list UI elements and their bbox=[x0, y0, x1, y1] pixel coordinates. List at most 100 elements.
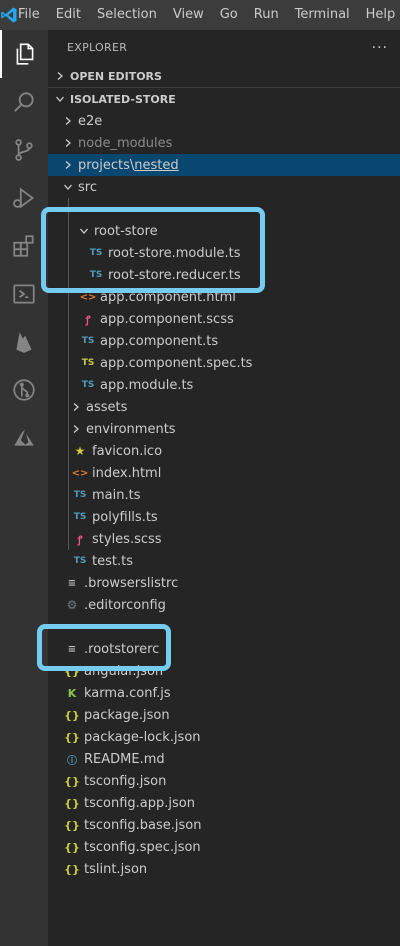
tree-file[interactable]: TS test.ts bbox=[48, 550, 400, 572]
menu-go[interactable]: Go bbox=[212, 0, 246, 30]
tree-file[interactable]: TS app.module.ts bbox=[48, 374, 400, 396]
json-file-icon: {} bbox=[64, 708, 80, 722]
json-file-icon: {} bbox=[64, 840, 80, 854]
ts-file-icon: TS bbox=[81, 380, 95, 390]
menu-run[interactable]: Run bbox=[246, 0, 287, 30]
run-debug-icon[interactable] bbox=[0, 174, 48, 222]
azure-icon[interactable] bbox=[0, 414, 48, 462]
tree-file[interactable]: {} tsconfig.json bbox=[48, 770, 400, 792]
tree-item-label: package.json bbox=[84, 707, 170, 723]
more-actions-icon[interactable]: ··· bbox=[372, 40, 388, 56]
tree-file[interactable]: {} package.json bbox=[48, 704, 400, 726]
tree-item-label: tsconfig.json bbox=[84, 773, 167, 789]
menu-terminal[interactable]: Terminal bbox=[287, 0, 358, 30]
tree-item-label: polyfills.ts bbox=[92, 509, 158, 525]
json-file-icon: {} bbox=[64, 664, 80, 678]
tree-item-sublabel[interactable]: nested bbox=[134, 158, 178, 173]
vscode-logo-icon bbox=[0, 0, 18, 30]
info-file-icon: ⓘ bbox=[67, 755, 77, 767]
chevron-down-icon bbox=[60, 176, 76, 198]
tree-folder[interactable]: e2e bbox=[48, 110, 400, 132]
tree-item-label: README.md bbox=[84, 751, 165, 767]
tree-file[interactable]: Kkarma.conf.js bbox=[48, 682, 400, 704]
tree-item-label: app.module.ts bbox=[100, 377, 194, 393]
tree-file[interactable]: ꝭ app.component.scss bbox=[48, 308, 400, 330]
menu-edit[interactable]: Edit bbox=[48, 0, 89, 30]
lines-file-icon: ≡ bbox=[67, 643, 77, 655]
html-file-icon: <> bbox=[71, 467, 89, 479]
chevron-right-icon bbox=[60, 132, 76, 154]
tree-file[interactable]: TS root-store.reducer.ts bbox=[48, 264, 400, 286]
tree-item-label: .editorconfig bbox=[84, 597, 166, 613]
workspace-label: ISOLATED-STORE bbox=[70, 92, 176, 106]
tree-folder[interactable]: node_modules bbox=[48, 132, 400, 154]
tree-item-label: node_modules bbox=[78, 135, 173, 151]
chevron-right-icon bbox=[60, 154, 76, 176]
tree-item-label: test.ts bbox=[92, 553, 133, 569]
tree-file[interactable]: ⚙ .editorconfig bbox=[48, 594, 400, 616]
menu-selection[interactable]: Selection bbox=[89, 0, 165, 30]
tree-file[interactable]: TS polyfills.ts bbox=[48, 506, 400, 528]
tree-folder[interactable]: projects \ nested bbox=[48, 154, 400, 176]
tree-item-label: app.component.scss bbox=[100, 311, 234, 327]
tree-file[interactable]: {} tslint.json bbox=[48, 858, 400, 880]
json-file-icon: {} bbox=[64, 774, 80, 788]
search-icon[interactable] bbox=[0, 78, 48, 126]
tree-file[interactable]: ⓘ README.md bbox=[48, 748, 400, 770]
gear-file-icon: ⚙ bbox=[66, 598, 78, 612]
menu-view[interactable]: View bbox=[165, 0, 212, 30]
tree-file[interactable]: <> app.component.html bbox=[48, 286, 400, 308]
git-graph-icon[interactable] bbox=[0, 366, 48, 414]
scss-file-icon: ꝭ bbox=[85, 315, 91, 326]
tree-file[interactable]: {} package-lock.json bbox=[48, 726, 400, 748]
html-file-icon: <> bbox=[79, 291, 97, 303]
open-editors-section[interactable]: OPEN EDITORS bbox=[48, 65, 400, 87]
json-file-icon: {} bbox=[64, 818, 80, 832]
workspace-section[interactable]: ISOLATED-STORE bbox=[48, 88, 400, 110]
tree-item-label: package-lock.json bbox=[84, 729, 201, 745]
tree-file[interactable]: TS app.component.ts bbox=[48, 330, 400, 352]
tree-folder[interactable]: environments bbox=[48, 418, 400, 440]
tree-file[interactable]: TS root-store.module.ts bbox=[48, 242, 400, 264]
tree-item-label: app.component.spec.ts bbox=[100, 355, 253, 371]
menu-file[interactable]: File bbox=[18, 0, 48, 30]
tree-file[interactable]: {} tsconfig.app.json bbox=[48, 792, 400, 814]
menu-bar: File Edit Selection View Go Run Terminal… bbox=[18, 0, 400, 30]
tree-file[interactable]: ≡ .rootstorerc bbox=[48, 638, 400, 660]
tree-file[interactable]: {} tsconfig.base.json bbox=[48, 814, 400, 836]
tree-folder[interactable]: assets bbox=[48, 396, 400, 418]
tree-item-label: app.component.ts bbox=[100, 333, 219, 349]
chevron-down-icon bbox=[76, 220, 92, 242]
explorer-icon[interactable] bbox=[0, 30, 48, 78]
chevron-right-icon bbox=[68, 396, 84, 418]
tree-folder[interactable]: src bbox=[48, 176, 400, 198]
json-file-icon: {} bbox=[64, 796, 80, 810]
tree-item-label: src bbox=[78, 179, 97, 195]
tsspec-file-icon: TS bbox=[81, 358, 95, 368]
scss-file-icon: ꝭ bbox=[77, 535, 83, 546]
tree-file[interactable]: <> index.html bbox=[48, 462, 400, 484]
json-file-icon: {} bbox=[64, 862, 80, 876]
tree-item-label: projects bbox=[78, 157, 130, 173]
tree-item-label: environments bbox=[86, 421, 176, 437]
tree-file[interactable]: TS main.ts bbox=[48, 484, 400, 506]
menu-help[interactable]: Help bbox=[358, 0, 400, 30]
source-control-icon[interactable] bbox=[0, 126, 48, 174]
tree-file[interactable]: TS app.component.spec.ts bbox=[48, 352, 400, 374]
tree-file[interactable]: ★ favicon.ico bbox=[48, 440, 400, 462]
tree-file[interactable]: ꝭ styles.scss bbox=[48, 528, 400, 550]
tree-item-label: .rootstorerc bbox=[84, 641, 160, 657]
ts-file-icon: TS bbox=[73, 490, 87, 500]
extensions-icon[interactable] bbox=[0, 222, 48, 270]
tree-item-label: favicon.ico bbox=[92, 443, 163, 459]
ts-file-icon: TS bbox=[89, 270, 103, 280]
explorer-sidebar: EXPLORER ··· OPEN EDITORS ISOLATED-STORE… bbox=[48, 30, 400, 946]
activity-bar bbox=[0, 30, 48, 946]
remote-explorer-icon[interactable] bbox=[0, 270, 48, 318]
firebase-icon[interactable] bbox=[0, 318, 48, 366]
tree-file[interactable]: ≡ .browserslistrc bbox=[48, 572, 400, 594]
chevron-right-icon bbox=[52, 71, 68, 81]
tree-file[interactable]: {} angular.json bbox=[48, 660, 400, 682]
tree-folder[interactable]: root-store bbox=[48, 220, 400, 242]
tree-file[interactable]: {} tsconfig.spec.json bbox=[48, 836, 400, 858]
